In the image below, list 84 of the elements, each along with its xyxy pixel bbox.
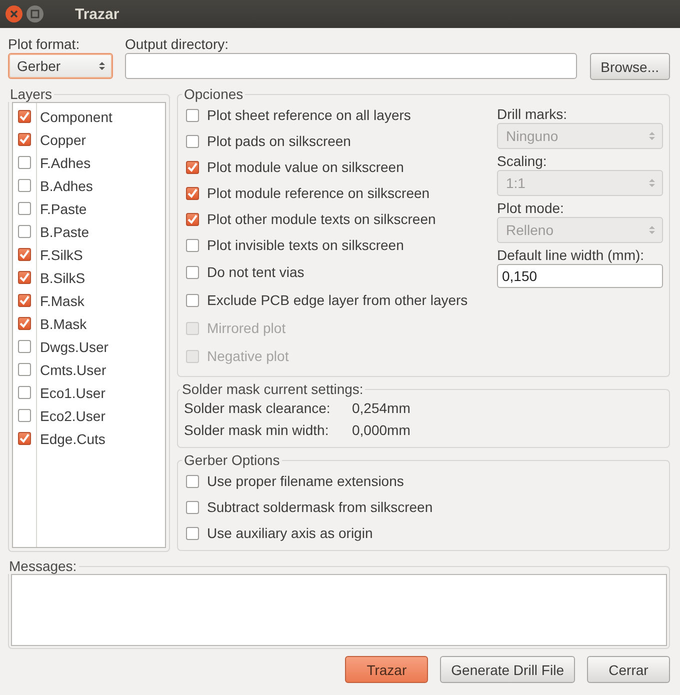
dialog-button[interactable]: Cerrar xyxy=(587,656,670,683)
checkbox-label: Plot invisible texts on silkscreen xyxy=(207,237,404,253)
checkbox-label: Subtract soldermask from silkscreen xyxy=(207,499,433,515)
checkbox-label: Plot module reference on silkscreen xyxy=(207,185,430,201)
checkbox[interactable] xyxy=(186,294,199,306)
spinner-arrows-icon xyxy=(648,224,656,236)
layer-item[interactable]: Eco2.User xyxy=(13,404,165,427)
plot-format-label: Plot format: xyxy=(8,36,81,52)
setting-value: 0,000mm xyxy=(352,422,410,438)
checkbox[interactable] xyxy=(186,500,199,514)
checkbox-label: Plot other module texts on silkscreen xyxy=(207,211,436,227)
layer-item[interactable]: F.SilkS xyxy=(13,243,165,266)
checkbox[interactable] xyxy=(18,156,31,169)
spinner-arrows-icon xyxy=(648,130,656,142)
spinner-arrows-icon xyxy=(648,177,656,189)
output-directory-label: Output directory: xyxy=(125,36,230,52)
plot-format-dropdown[interactable]: Gerber xyxy=(8,53,113,79)
setting-value: 0,254mm xyxy=(352,400,410,416)
checkbox[interactable] xyxy=(18,179,31,192)
line-width-field[interactable]: 0,150 xyxy=(497,264,663,288)
checkbox-label: Mirrored plot xyxy=(207,320,286,336)
layer-item[interactable]: F.Adhes xyxy=(13,151,165,174)
setting-label: Solder mask min width: xyxy=(184,422,330,438)
checkbox-label: Negative plot xyxy=(207,348,289,364)
messages-area[interactable] xyxy=(11,574,667,646)
checkbox[interactable] xyxy=(18,110,31,123)
line-width-label: Default line width (mm): xyxy=(497,247,646,263)
checkbox[interactable] xyxy=(186,186,199,200)
group-title: Solder mask current settings: xyxy=(181,381,364,397)
checkbox[interactable] xyxy=(18,248,31,261)
layer-item[interactable]: Component xyxy=(13,105,165,128)
group-title: Messages: xyxy=(8,558,78,574)
setting-label: Solder mask clearance: xyxy=(184,400,332,416)
checkbox[interactable] xyxy=(186,108,199,122)
checkbox[interactable] xyxy=(18,363,31,376)
checkbox[interactable] xyxy=(18,202,31,215)
checkbox[interactable] xyxy=(18,271,31,284)
checkbox-label: Plot sheet reference on all layers xyxy=(207,107,411,123)
layer-item[interactable]: B.Paste xyxy=(13,220,165,243)
checkbox[interactable] xyxy=(186,160,199,174)
group-title: Gerber Options xyxy=(183,452,281,468)
layer-item[interactable]: B.Adhes xyxy=(13,174,165,197)
checkbox-label: Plot pads on silkscreen xyxy=(207,133,351,149)
group-title: Layers xyxy=(9,86,54,102)
checkbox[interactable] xyxy=(18,294,31,307)
checkbox-label: Plot module value on silkscreen xyxy=(207,159,404,175)
checkbox-label: Use proper filename extensions xyxy=(207,473,404,489)
checkbox[interactable] xyxy=(186,238,199,252)
spinner-arrows-icon xyxy=(98,60,106,72)
layer-item[interactable]: Copper xyxy=(13,128,165,151)
checkbox[interactable] xyxy=(18,133,31,146)
select-label: Scaling: xyxy=(497,153,548,169)
checkbox[interactable] xyxy=(186,212,199,226)
maximize-icon[interactable] xyxy=(26,5,44,23)
checkbox[interactable] xyxy=(186,266,199,278)
checkbox[interactable] xyxy=(18,432,31,445)
checkbox-label: Exclude PCB edge layer from other layers xyxy=(207,292,468,308)
window-title: Trazar xyxy=(75,6,120,22)
checkbox[interactable] xyxy=(18,340,31,353)
layer-item[interactable]: Cmts.User xyxy=(13,358,165,381)
select-label: Drill marks: xyxy=(497,106,568,122)
layer-item[interactable]: F.Mask xyxy=(13,289,165,312)
checkbox[interactable] xyxy=(18,386,31,399)
layer-item[interactable]: B.SilkS xyxy=(13,266,165,289)
checkbox-label: Do not tent vias xyxy=(207,264,304,280)
close-icon[interactable] xyxy=(5,5,23,23)
layer-item[interactable]: Edge.Cuts xyxy=(13,427,165,450)
checkbox[interactable] xyxy=(186,474,199,488)
layer-item[interactable]: Dwgs.User xyxy=(13,335,165,358)
checkbox[interactable] xyxy=(18,409,31,422)
layer-item[interactable]: Eco1.User xyxy=(13,381,165,404)
checkbox[interactable] xyxy=(18,225,31,238)
checkbox[interactable] xyxy=(186,526,199,540)
dialog-button[interactable]: Generate Drill File xyxy=(440,656,575,683)
checkbox[interactable] xyxy=(18,317,31,330)
output-directory-field[interactable] xyxy=(125,53,577,79)
checkbox-label: Use auxiliary axis as origin xyxy=(207,525,373,541)
browse-button[interactable]: Browse... xyxy=(590,53,670,80)
layer-item[interactable]: F.Paste xyxy=(13,197,165,220)
layer-item[interactable]: B.Mask xyxy=(13,312,165,335)
plot-button[interactable]: Trazar xyxy=(345,656,428,683)
group-title: Opciones xyxy=(183,86,244,102)
checkbox[interactable] xyxy=(186,134,199,148)
select-label: Plot mode: xyxy=(497,200,565,216)
